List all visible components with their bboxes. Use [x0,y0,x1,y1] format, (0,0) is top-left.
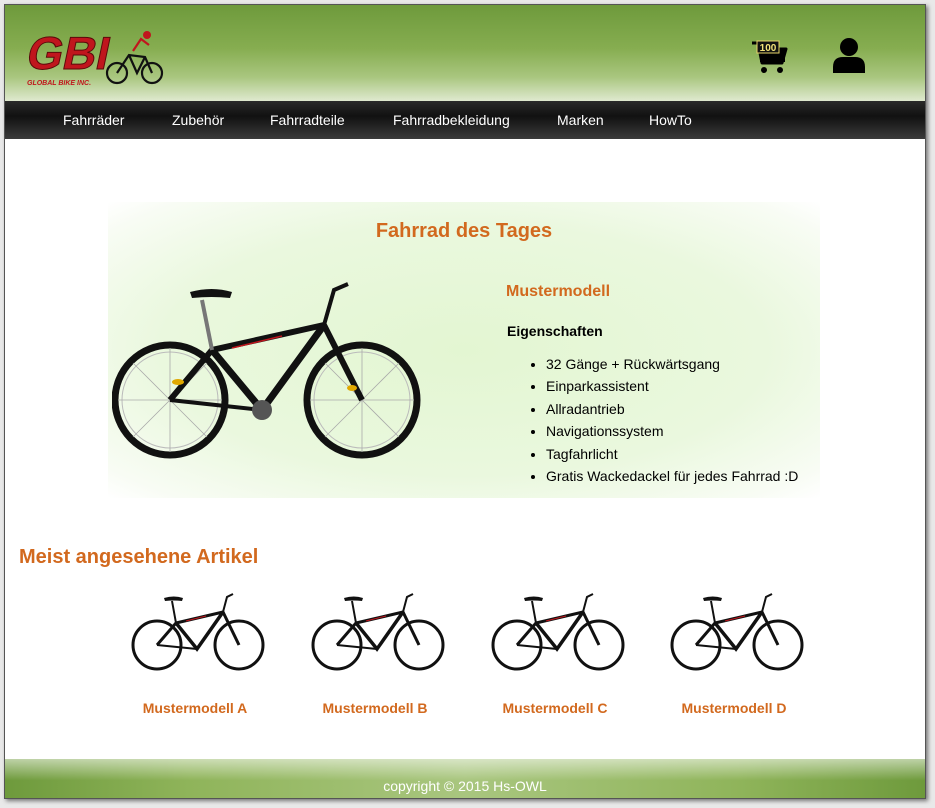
gbi-logo[interactable]: GBI GLOBAL BIKE INC. [21,21,166,87]
nav-item-howto[interactable]: HowTo [649,112,692,128]
property-item: 32 Gänge + Rückwärtsgang [546,353,798,375]
product-bike-image[interactable] [130,585,266,677]
nav-item-fahrraeder[interactable]: Fahrräder [63,112,124,128]
featured-bike-section: Fahrrad des Tages Mustermodell Eigenscha… [108,202,820,498]
properties-title: Eigenschaften [507,323,603,339]
properties-list: 32 Gänge + Rückwärtsgang Einparkassisten… [528,353,798,487]
cyclist-icon [105,31,164,85]
footer: copyright © 2015 Hs-OWL [5,759,925,798]
property-item: Navigationssystem [546,420,798,442]
product-name[interactable]: Mustermodell A [115,700,275,716]
page-frame: GBI GLOBAL BIKE INC. 100 Fahrräder Zubeh… [4,4,926,799]
nav-item-fahrradteile[interactable]: Fahrradteile [270,112,345,128]
product-bike-image[interactable] [310,585,446,677]
cart-count: 100 [760,43,777,54]
nav-item-fahrradbekleidung[interactable]: Fahrradbekleidung [393,112,510,128]
property-item: Einparkassistent [546,375,798,397]
copyright-text: copyright © 2015 Hs-OWL [383,778,547,794]
product-name[interactable]: Mustermodell D [654,700,814,716]
most-viewed-title: Meist angesehene Artikel [19,546,259,568]
main-nav: Fahrräder Zubehör Fahrradteile Fahrradbe… [5,101,925,139]
logo-subtitle: GLOBAL BIKE INC. [27,80,91,87]
property-item: Allradantrieb [546,398,798,420]
product-name[interactable]: Mustermodell B [295,700,455,716]
product-bike-image[interactable] [490,585,626,677]
nav-item-marken[interactable]: Marken [557,112,604,128]
nav-item-zubehoer[interactable]: Zubehör [172,112,224,128]
user-icon[interactable] [831,37,867,73]
featured-bike-image[interactable] [112,270,424,462]
header: GBI GLOBAL BIKE INC. 100 [5,5,925,101]
product-bike-image[interactable] [669,585,805,677]
property-item: Gratis Wackedackel für jedes Fahrrad :D [546,465,798,487]
shopping-cart-icon[interactable]: 100 [750,39,790,75]
property-item: Tagfahrlicht [546,443,798,465]
featured-title: Fahrrad des Tages [375,220,553,242]
featured-model-name: Mustermodell [506,283,611,300]
logo-text: GBI [23,27,116,78]
product-name[interactable]: Mustermodell C [475,700,635,716]
